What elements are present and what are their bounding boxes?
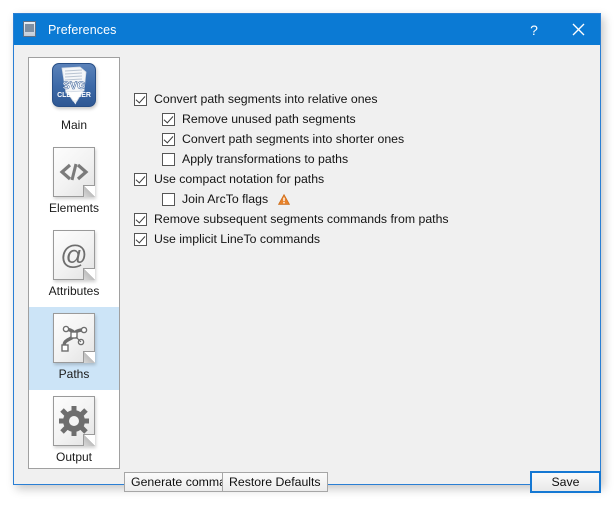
option-row[interactable]: Convert path segments into shorter ones — [134, 129, 586, 149]
checkbox-convert-path-segments-into-shorter-ones[interactable] — [162, 132, 175, 146]
option-label: Use compact notation for paths — [154, 172, 325, 186]
sidebar-item-main[interactable]: SVG CLEANER Main — [29, 58, 119, 141]
option-row[interactable]: Convert path segments into relative ones — [134, 89, 586, 109]
option-label: Convert path segments into shorter ones — [182, 132, 405, 146]
option-row[interactable]: Use implicit LineTo commands — [134, 229, 586, 249]
checkbox-join-arcto-flags[interactable] — [162, 192, 175, 206]
option-label: Convert path segments into relative ones — [154, 92, 378, 106]
sidebar-item-label: Main — [60, 118, 87, 132]
sidebar-item-label: Paths — [58, 367, 90, 381]
svg-document-icon — [22, 21, 39, 38]
sidebar-item-label: Output — [55, 450, 93, 464]
close-button[interactable] — [556, 14, 600, 45]
paths-options-panel: Convert path segments into relative ones… — [134, 89, 586, 249]
option-row[interactable]: Remove subsequent segments commands from… — [134, 209, 586, 229]
category-sidebar[interactable]: SVG CLEANER Main Elements @ Attributes P… — [28, 57, 120, 469]
bezier-path-document-icon — [47, 311, 101, 365]
warning-triangle-icon — [278, 193, 291, 205]
gear-document-icon — [47, 394, 101, 448]
sidebar-item-paths[interactable]: Paths — [29, 307, 119, 390]
close-icon — [572, 23, 584, 36]
restore-defaults-button[interactable]: Restore Defaults — [222, 472, 328, 492]
sidebar-item-output[interactable]: Output — [29, 390, 119, 468]
window-body: SVG CLEANER Main Elements @ Attributes P… — [14, 45, 600, 484]
option-label: Remove subsequent segments commands from… — [154, 212, 449, 226]
option-label: Apply transformations to paths — [182, 152, 349, 166]
window-title-bar[interactable]: Preferences ? — [14, 14, 600, 45]
svg-text:CLEANER: CLEANER — [57, 92, 91, 99]
sidebar-item-label: Elements — [48, 201, 100, 215]
option-row[interactable]: Apply transformations to paths — [134, 149, 586, 169]
option-row[interactable]: Remove unused path segments — [134, 109, 586, 129]
option-label: Use implicit LineTo commands — [154, 232, 321, 246]
checkbox-apply-transformations-to-paths[interactable] — [162, 152, 175, 166]
checkbox-remove-unused-path-segments[interactable] — [162, 112, 175, 126]
question-mark-icon: ? — [530, 21, 538, 38]
checkbox-remove-subsequent-segments-commands-from-paths[interactable] — [134, 212, 147, 226]
code-brackets-document-icon — [47, 145, 101, 199]
option-row[interactable]: Use compact notation for paths — [134, 169, 586, 189]
option-label: Join ArcTo flags — [182, 192, 269, 206]
svg-text:SVG: SVG — [62, 80, 85, 92]
option-label: Remove unused path segments — [182, 112, 356, 126]
save-button[interactable]: Save — [530, 471, 601, 493]
help-button[interactable]: ? — [512, 14, 556, 45]
preferences-window: Preferences ? SVG CLEANER Main Elements … — [13, 13, 601, 493]
checkbox-convert-path-segments-into-relative-ones[interactable] — [134, 92, 147, 106]
sidebar-item-elements[interactable]: Elements — [29, 141, 119, 224]
at-sign-document-icon: @ — [47, 228, 101, 282]
desktop-background: Preferences ? SVG CLEANER Main Elements … — [0, 0, 614, 507]
checkbox-use-implicit-lineto-commands[interactable] — [134, 232, 147, 246]
sidebar-item-attributes[interactable]: @ Attributes — [29, 224, 119, 307]
svg-text:@: @ — [60, 240, 87, 270]
svg-cleaner-logo-icon: SVG CLEANER — [47, 62, 101, 116]
sidebar-item-label: Attributes — [48, 284, 100, 298]
window-title: Preferences — [48, 22, 117, 37]
option-row[interactable]: Join ArcTo flags — [134, 189, 586, 209]
checkbox-use-compact-notation-for-paths[interactable] — [134, 172, 147, 186]
